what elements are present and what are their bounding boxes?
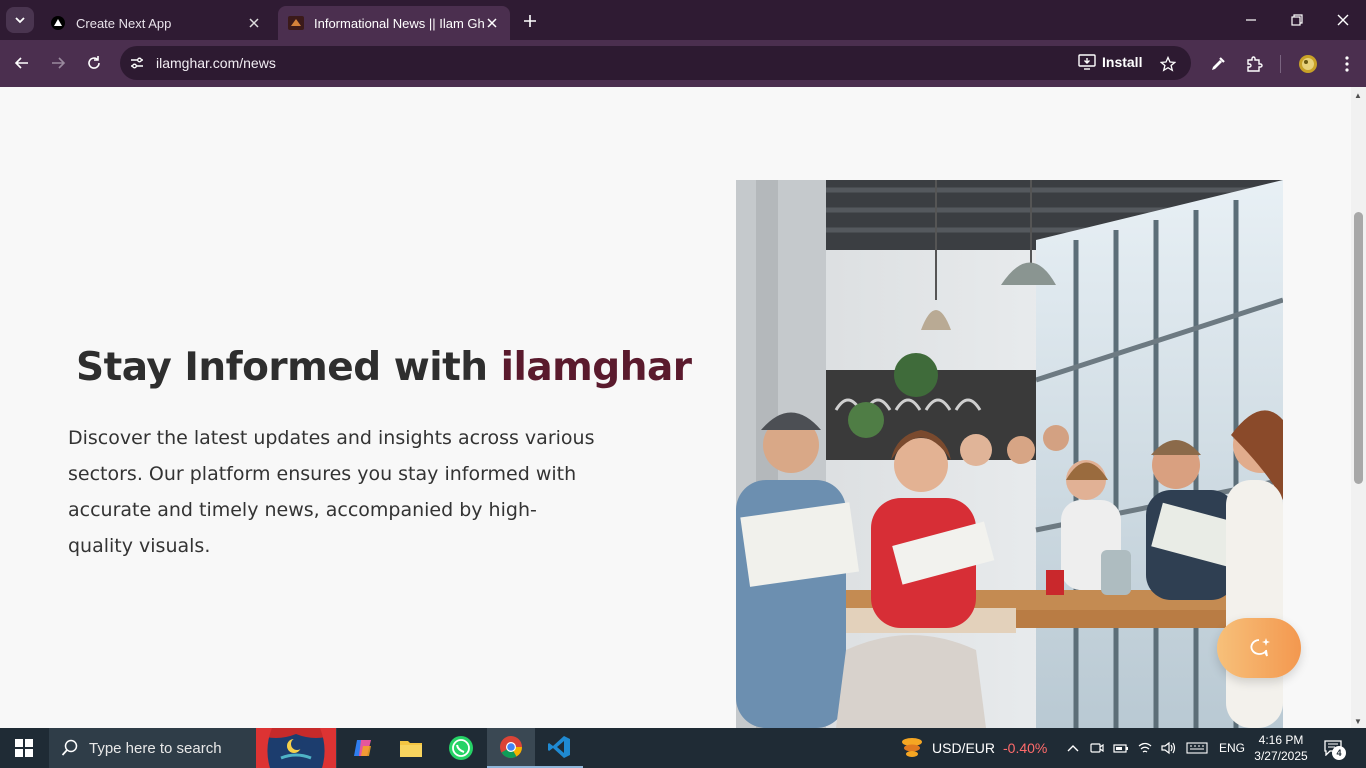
- restore-button[interactable]: [1274, 0, 1320, 40]
- wifi-icon[interactable]: [1135, 738, 1155, 758]
- star-icon: [1160, 56, 1176, 72]
- system-clock[interactable]: 4:16 PM 3/27/2025: [1250, 732, 1312, 764]
- chrome-icon: [500, 736, 522, 758]
- search-highlight-image[interactable]: [256, 728, 336, 768]
- restore-icon: [1291, 14, 1303, 26]
- extensions-button[interactable]: [1241, 51, 1267, 77]
- notification-count-badge: 4: [1332, 746, 1346, 760]
- browser-toolbar: ilamghar.com/news Install: [0, 40, 1366, 87]
- search-placeholder: Type here to search: [89, 739, 222, 757]
- currency-change: -0.40%: [1003, 740, 1048, 756]
- chrome-app[interactable]: [487, 728, 535, 768]
- back-button[interactable]: [7, 48, 37, 78]
- close-icon: [1337, 14, 1349, 26]
- close-window-button[interactable]: [1320, 0, 1366, 40]
- address-bar[interactable]: ilamghar.com/news: [120, 46, 1191, 80]
- start-button[interactable]: [0, 728, 48, 768]
- chevron-up-icon: [1067, 745, 1079, 752]
- search-icon: [61, 739, 78, 756]
- bookmark-star-button[interactable]: [1156, 52, 1180, 76]
- close-icon[interactable]: [484, 15, 500, 31]
- browser-menu-button[interactable]: [1334, 51, 1360, 77]
- browser-tab-bar: Create Next App Informational News || Il…: [0, 0, 1366, 40]
- reload-button[interactable]: [79, 48, 109, 78]
- tab-search-button[interactable]: [6, 7, 34, 33]
- new-tab-button[interactable]: [518, 10, 542, 32]
- hero-title-brand: ilamghar: [500, 345, 692, 390]
- reload-icon: [88, 56, 100, 69]
- tab-title: Create Next App: [76, 15, 172, 31]
- currency-chart-icon: [902, 738, 922, 757]
- minimize-icon: [1246, 19, 1256, 21]
- input-language[interactable]: ENG: [1219, 741, 1245, 755]
- vscode-icon: [548, 736, 570, 758]
- notification-center-button[interactable]: 4: [1320, 736, 1346, 760]
- clock-date: 3/27/2025: [1254, 749, 1308, 763]
- arrow-right-icon: [52, 57, 66, 69]
- arrow-left-icon: [14, 57, 28, 69]
- ilamghar-logo-icon: [288, 15, 304, 31]
- tab-informational-news[interactable]: Informational News || Ilam Ghar: [278, 6, 510, 40]
- scroll-up-icon[interactable]: ▲: [1354, 91, 1362, 100]
- windows-logo-icon: [15, 739, 33, 757]
- chevron-down-icon: [15, 17, 25, 24]
- chat-sparkle-icon: [1250, 638, 1270, 657]
- avatar-icon: [1299, 55, 1317, 73]
- site-settings-icon[interactable]: [120, 46, 154, 80]
- eyedropper-icon: [1212, 57, 1225, 70]
- page-scrollbar[interactable]: ▲ ▼: [1351, 87, 1366, 728]
- meet-now-icon[interactable]: [1087, 738, 1107, 758]
- windows-taskbar: Type here to search USD/EUR -0.40% ENG 4…: [0, 728, 1366, 768]
- forward-button[interactable]: [43, 48, 73, 78]
- volume-icon[interactable]: [1158, 738, 1178, 758]
- toolbar-divider: [1280, 55, 1281, 73]
- copilot-icon: [354, 740, 371, 756]
- more-vertical-icon: [1345, 56, 1349, 72]
- whatsapp-icon: [449, 736, 473, 760]
- hero-title-prefix: Stay Informed with: [76, 345, 501, 390]
- scroll-down-icon[interactable]: ▼: [1354, 717, 1362, 726]
- chat-assistant-button[interactable]: [1217, 618, 1301, 678]
- file-explorer-app[interactable]: [387, 728, 435, 768]
- hero-image: [736, 180, 1283, 728]
- close-icon[interactable]: [246, 15, 262, 31]
- minimize-button[interactable]: [1228, 0, 1274, 40]
- install-app-button[interactable]: Install: [1078, 54, 1142, 70]
- copilot-app[interactable]: [339, 728, 387, 768]
- puzzle-icon: [1247, 56, 1263, 72]
- hero-description: Discover the latest updates and insights…: [68, 427, 595, 557]
- currency-ticker[interactable]: USD/EUR -0.40%: [900, 728, 1047, 768]
- battery-icon[interactable]: [1111, 738, 1131, 758]
- page-content: Stay Informed with ilamghar Discover the…: [0, 87, 1351, 728]
- install-label: Install: [1102, 54, 1143, 70]
- clock-time: 4:16 PM: [1258, 733, 1304, 747]
- theater-curtain-icon: [256, 728, 336, 768]
- eyedropper-button[interactable]: [1205, 51, 1231, 77]
- keyboard-icon[interactable]: [1185, 738, 1209, 758]
- install-icon: [1078, 54, 1096, 70]
- vscode-app[interactable]: [535, 728, 583, 768]
- tab-create-next-app[interactable]: Create Next App: [40, 6, 272, 40]
- url-text: ilamghar.com/news: [156, 55, 276, 71]
- hero-title: Stay Informed with ilamghar: [76, 345, 692, 390]
- whatsapp-app[interactable]: [437, 728, 485, 768]
- folder-icon: [400, 741, 422, 757]
- profile-avatar[interactable]: [1295, 51, 1321, 77]
- show-hidden-icons-button[interactable]: [1063, 738, 1083, 758]
- currency-pair: USD/EUR: [932, 740, 996, 756]
- plus-icon: [524, 15, 536, 27]
- nextjs-triangle-icon: [50, 15, 66, 31]
- tab-title: Informational News || Ilam Ghar: [314, 15, 484, 31]
- scrollbar-thumb[interactable]: [1354, 212, 1363, 484]
